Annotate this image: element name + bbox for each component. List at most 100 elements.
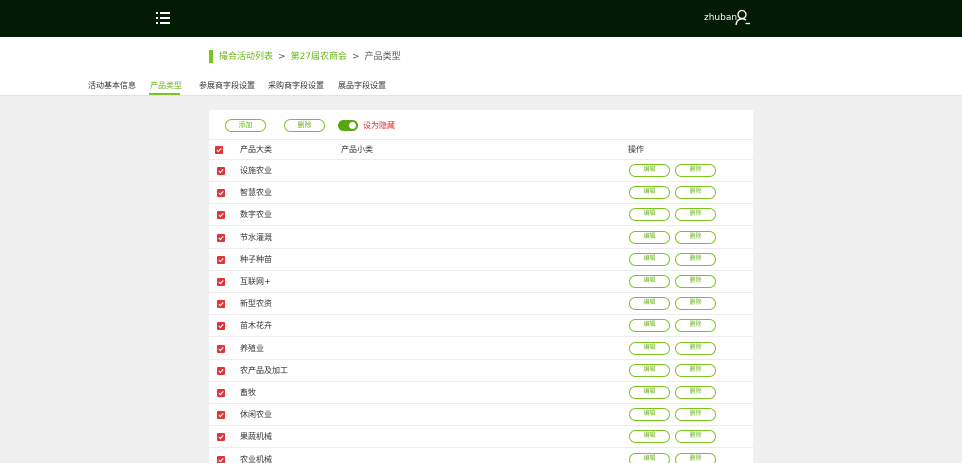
row-edit-button[interactable]: 编辑 (629, 452, 670, 463)
row-category: 休闲农业 (240, 410, 272, 420)
table-row: 节水灌溉 编辑 删除 (209, 227, 753, 249)
check-icon (218, 191, 224, 196)
breadcrumb-event[interactable]: 第27届农商会 (291, 52, 347, 62)
add-button[interactable]: 添加 (225, 119, 266, 132)
row-checkbox[interactable] (217, 189, 225, 198)
row-category: 新型农资 (240, 299, 272, 309)
header-panel: 撮合活动列表 > 第27届农商会 > 产品类型 活动基本信息 产品类型 参展商字段设置 … (0, 37, 962, 96)
row-edit-button[interactable]: 编辑 (629, 341, 670, 355)
row-checkbox[interactable] (217, 300, 225, 309)
row-checkbox[interactable] (217, 411, 225, 420)
username[interactable]: zhuban (704, 12, 737, 24)
row-edit-button[interactable]: 编辑 (629, 186, 670, 200)
table-row: 设施农业 编辑 删除 (209, 160, 753, 182)
check-icon (218, 413, 224, 418)
hide-toggle-label: 设为隐藏 (363, 121, 395, 130)
row-delete-button[interactable]: 删除 (675, 363, 716, 377)
row-category: 畜牧 (240, 388, 256, 397)
breadcrumb: 撮合活动列表 > 第27届农商会 > 产品类型 (219, 51, 401, 63)
row-category: 农产品及加工 (240, 365, 288, 375)
row-checkbox[interactable] (217, 344, 225, 353)
row-checkbox[interactable] (217, 233, 225, 242)
tab-buyer-fields[interactable]: 采购商字段设置 (268, 80, 324, 92)
row-checkbox[interactable] (217, 322, 225, 331)
row-checkbox[interactable] (217, 211, 225, 220)
row-delete-button[interactable]: 删除 (675, 386, 716, 399)
row-category: 种子种苗 (240, 254, 272, 264)
row-edit-button[interactable]: 编辑 (629, 319, 670, 333)
check-icon (218, 169, 224, 174)
row-delete-button[interactable]: 删除 (675, 319, 716, 333)
row-checkbox[interactable] (217, 255, 225, 264)
menu-list-icon[interactable] (156, 12, 170, 24)
row-category: 互联网+ (240, 277, 271, 286)
row-category: 养殖业 (240, 343, 264, 353)
table-row: 智慧农业 编辑 删除 (209, 182, 753, 205)
table-row: 数字农业 编辑 删除 (209, 204, 753, 227)
row-edit-button[interactable]: 编辑 (629, 164, 670, 177)
row-category: 智慧农业 (240, 188, 272, 198)
row-edit-button[interactable]: 编辑 (629, 386, 670, 399)
check-icon (218, 391, 224, 396)
row-delete-button[interactable]: 删除 (675, 186, 716, 200)
row-delete-button[interactable]: 删除 (675, 164, 716, 177)
tab-exhibit-fields[interactable]: 展品字段设置 (338, 80, 386, 92)
row-checkbox[interactable] (217, 366, 225, 375)
check-icon (218, 324, 224, 329)
row-edit-button[interactable]: 编辑 (629, 252, 670, 266)
row-delete-button[interactable]: 删除 (675, 297, 716, 311)
table-row: 苗木花卉 编辑 删除 (209, 315, 753, 338)
check-icon (218, 457, 224, 462)
row-checkbox[interactable] (217, 455, 225, 463)
product-type-panel: 添加 删除 设为隐藏 产品大类 产品小类 操作 设施农业 编辑 删除 智慧农业 编辑 删除… (209, 110, 753, 463)
row-edit-button[interactable]: 编辑 (629, 408, 670, 422)
row-checkbox[interactable] (217, 278, 225, 286)
user-icon[interactable] (735, 9, 751, 26)
table-row: 休闲农业 编辑 删除 (209, 404, 753, 427)
row-edit-button[interactable]: 编辑 (629, 208, 670, 222)
delete-button[interactable]: 删除 (284, 119, 325, 132)
check-icon (218, 213, 224, 218)
table-row: 种子种苗 编辑 删除 (209, 249, 753, 271)
check-icon (218, 257, 224, 263)
table-header: 产品大类 产品小类 操作 (209, 139, 753, 160)
row-delete-button[interactable]: 删除 (675, 408, 716, 422)
row-edit-button[interactable]: 编辑 (629, 275, 670, 288)
table-row: 互联网+ 编辑 删除 (209, 271, 753, 293)
row-checkbox[interactable] (217, 389, 225, 397)
check-icon (218, 435, 224, 440)
check-icon (218, 368, 224, 374)
active-tab-indicator (149, 93, 180, 95)
breadcrumb-marker (209, 50, 213, 63)
check-icon (218, 302, 224, 307)
select-all-checkbox[interactable] (215, 146, 223, 154)
row-edit-button[interactable]: 编辑 (629, 363, 670, 377)
tab-product-types[interactable]: 产品类型 (150, 80, 182, 92)
row-category: 果蔬机械 (240, 432, 272, 442)
row-checkbox[interactable] (217, 433, 225, 442)
row-delete-button[interactable]: 删除 (675, 252, 716, 266)
breadcrumb-activity-list[interactable]: 撮合活动列表 (219, 52, 273, 62)
row-delete-button[interactable]: 删除 (675, 230, 716, 244)
row-category: 苗木花卉 (240, 321, 272, 331)
tab-basic-info[interactable]: 活动基本信息 (88, 80, 136, 92)
table-row: 农产品及加工 编辑 删除 (209, 360, 753, 382)
check-icon (218, 346, 224, 351)
breadcrumb-current: 产品类型 (364, 52, 401, 62)
row-edit-button[interactable]: 编辑 (629, 430, 670, 444)
breadcrumb-separator: > (352, 52, 360, 62)
row-delete-button[interactable]: 删除 (675, 452, 716, 463)
row-delete-button[interactable]: 删除 (675, 275, 716, 288)
check-icon (218, 280, 224, 285)
row-delete-button[interactable]: 删除 (675, 430, 716, 444)
tab-exhibitor-fields[interactable]: 参展商字段设置 (199, 80, 255, 92)
table-row: 养殖业 编辑 删除 (209, 338, 753, 360)
row-checkbox[interactable] (217, 167, 225, 175)
row-delete-button[interactable]: 删除 (675, 208, 716, 222)
check-icon (218, 235, 224, 240)
row-delete-button[interactable]: 删除 (675, 341, 716, 355)
row-edit-button[interactable]: 编辑 (629, 230, 670, 244)
check-icon (216, 148, 222, 153)
hide-toggle[interactable] (338, 120, 358, 131)
row-edit-button[interactable]: 编辑 (629, 297, 670, 311)
